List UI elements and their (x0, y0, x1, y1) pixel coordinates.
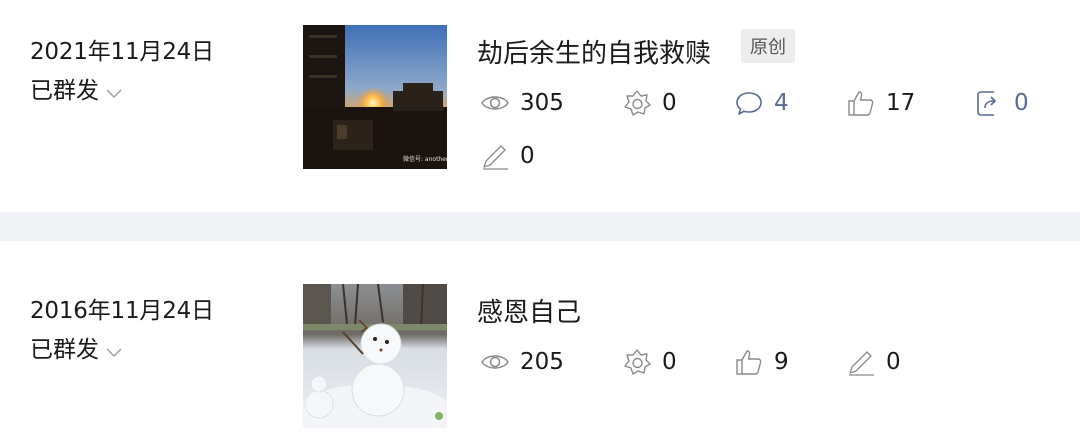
looks-count: 0 (662, 90, 677, 116)
reads-count: 205 (520, 349, 564, 375)
chevron-down-icon (105, 79, 123, 105)
shares-count: 0 (1014, 90, 1029, 116)
watermark: 微信号: anothers (403, 155, 447, 163)
publish-date: 2016年11月24日 (30, 298, 214, 324)
pen-icon (846, 347, 876, 377)
eye-icon (480, 88, 510, 118)
article-thumbnail[interactable]: 微信号: anothers (303, 25, 447, 169)
thumb-up-icon (846, 88, 876, 118)
publish-status-label: 已群发 (30, 78, 99, 104)
looks-count: 0 (662, 349, 677, 375)
comments-count: 4 (774, 90, 789, 116)
publish-status-label: 已群发 (30, 337, 99, 363)
stat-shares-link[interactable]: 0 (974, 88, 1029, 118)
stat-comments-link[interactable]: 4 (734, 88, 789, 118)
thumb-up-icon (734, 347, 764, 377)
post-item: 2021年11月24日 已群发 微信号: anothers 劫后余生的自我救赎 … (0, 0, 1080, 212)
article-title[interactable]: 劫后余生的自我救赎 (477, 33, 711, 70)
chevron-down-icon (105, 338, 123, 364)
stat-reads: 305 (480, 88, 564, 118)
post-separator (0, 212, 1080, 241)
stat-looks: 0 (622, 88, 677, 118)
eye-icon (480, 347, 510, 377)
article-title[interactable]: 感恩自己 (477, 292, 581, 329)
publish-status-dropdown[interactable]: 已群发 (30, 71, 123, 105)
comment-icon (734, 88, 764, 118)
share-icon (974, 88, 1004, 118)
stat-reads: 205 (480, 347, 564, 377)
stat-edits: 0 (480, 141, 535, 171)
edits-count: 0 (886, 349, 901, 375)
likes-count: 17 (886, 90, 916, 116)
svg-text:微信号: anothers: 微信号: anothers (403, 155, 447, 163)
reads-count: 305 (520, 90, 564, 116)
publish-date: 2021年11月24日 (30, 39, 214, 65)
stat-likes: 17 (846, 88, 915, 118)
looking-icon (622, 347, 652, 377)
article-thumbnail[interactable] (303, 284, 447, 428)
stat-looks: 0 (622, 347, 677, 377)
stat-edits: 0 (846, 347, 901, 377)
edits-count: 0 (520, 143, 535, 169)
stat-likes: 9 (734, 347, 789, 377)
likes-count: 9 (774, 349, 789, 375)
original-badge: 原创 (741, 29, 795, 63)
publish-status-dropdown[interactable]: 已群发 (30, 330, 123, 364)
pen-icon (480, 141, 510, 171)
looking-icon (622, 88, 652, 118)
post-item: 2016年11月24日 已群发 感恩自己 205 0 9 0 (0, 241, 1080, 448)
